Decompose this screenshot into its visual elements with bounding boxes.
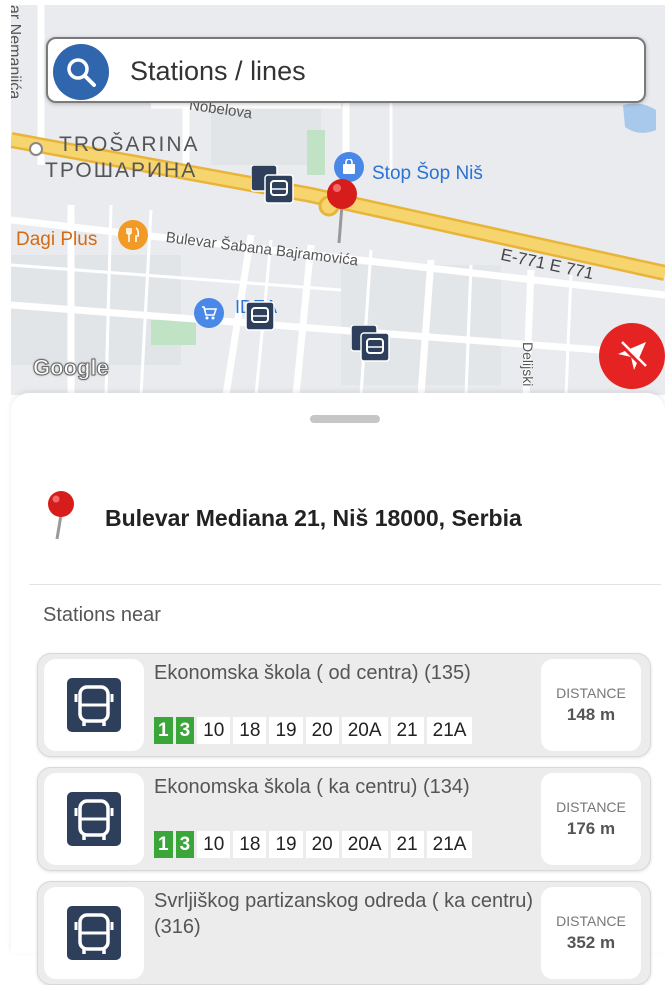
shopping-cart-icon: [194, 298, 224, 328]
line-chip[interactable]: 18: [233, 717, 267, 744]
map-label-nemanjica: ar Nemanjića: [11, 5, 23, 100]
line-chip[interactable]: 20A: [341, 831, 388, 858]
station-name: Ekonomska škola ( od centra) (135): [154, 662, 471, 684]
district-dot-icon: [29, 142, 43, 156]
line-chip[interactable]: 1: [154, 831, 173, 858]
bottom-sheet: Bulevar Mediana 21, Niš 18000, Serbia St…: [11, 393, 665, 985]
bus-stop-marker-icon[interactable]: [250, 164, 295, 210]
sheet-drag-handle[interactable]: [310, 415, 380, 423]
line-list: 1 3 10 18 19 20 20A 21 21A: [154, 831, 536, 858]
line-chip[interactable]: 10: [197, 831, 231, 858]
distance-value: 352 m: [566, 933, 616, 952]
line-chip[interactable]: 18: [233, 831, 267, 858]
search-input-label[interactable]: Stations / lines: [130, 56, 306, 87]
map-label-trosarina-latin: TROŠARINA: [59, 133, 200, 156]
line-chip[interactable]: 20: [305, 831, 339, 858]
line-chip[interactable]: 20: [305, 717, 339, 744]
distance-value: 148 m: [566, 705, 616, 724]
distance-box: DISTANCE 176 m: [541, 773, 641, 865]
station-card[interactable]: Ekonomska škola ( ka centru) (134) 1 3 10 18…: [37, 767, 651, 871]
distance-value: 176 m: [566, 819, 616, 838]
station-card[interactable]: Svrljiškog partizanskog odreda ( ka cent…: [37, 881, 651, 985]
distance-box: DISTANCE 352 m: [541, 887, 641, 979]
bus-stop-marker-icon[interactable]: [245, 301, 275, 336]
distance-label: DISTANCE: [556, 685, 626, 701]
line-chip[interactable]: 3: [175, 717, 195, 744]
line-chip[interactable]: 19: [269, 717, 303, 744]
line-list: 1 3 10 18 19 20 20A 21 21A: [154, 717, 536, 744]
divider: [29, 584, 661, 585]
distance-label: DISTANCE: [556, 913, 626, 929]
restaurant-icon: [118, 220, 148, 250]
map-view[interactable]: ar Nemanjića Nobelova TROŠARINA ТРОШАРИН…: [11, 5, 665, 395]
line-chip[interactable]: 1: [154, 717, 173, 744]
google-logo: Google: [33, 355, 110, 381]
bus-icon: [44, 773, 144, 865]
line-chip[interactable]: 20A: [341, 717, 388, 744]
search-bar[interactable]: Stations / lines: [46, 37, 646, 103]
line-chip[interactable]: 10: [197, 717, 231, 744]
section-title: Stations near: [43, 604, 161, 626]
search-icon[interactable]: [53, 44, 109, 100]
location-pin-icon: [45, 489, 77, 546]
navigation-arrow-icon[interactable]: [599, 323, 665, 389]
line-chip[interactable]: 19: [269, 831, 303, 858]
map-label-deliji: Delijski: [520, 342, 536, 387]
distance-label: DISTANCE: [556, 799, 626, 815]
line-chip[interactable]: 21: [390, 831, 424, 858]
bus-icon: [44, 887, 144, 979]
line-chip[interactable]: 21: [390, 717, 424, 744]
map-label-dagi-plus: Dagi Plus: [16, 229, 98, 250]
selected-address: Bulevar Mediana 21, Niš 18000, Serbia: [105, 505, 522, 531]
location-pin-icon[interactable]: [325, 177, 359, 252]
station-name: Ekonomska škola ( ka centru) (134): [154, 776, 470, 798]
bus-icon: [44, 659, 144, 751]
map-label-trosarina-cyrillic: ТРОШАРИНА: [45, 159, 198, 182]
line-chip[interactable]: 21A: [426, 831, 473, 858]
map-label-stop-shop: Stop Šop Niš: [372, 163, 483, 184]
distance-box: DISTANCE 148 m: [541, 659, 641, 751]
station-card[interactable]: Ekonomska škola ( od centra) (135) 1 3 10 18…: [37, 653, 651, 757]
line-chip[interactable]: 3: [175, 831, 195, 858]
line-chip[interactable]: 21A: [426, 717, 473, 744]
bus-stop-marker-icon[interactable]: [350, 324, 391, 368]
station-name: Svrljiškog partizanskog odreda ( ka cent…: [154, 890, 534, 938]
